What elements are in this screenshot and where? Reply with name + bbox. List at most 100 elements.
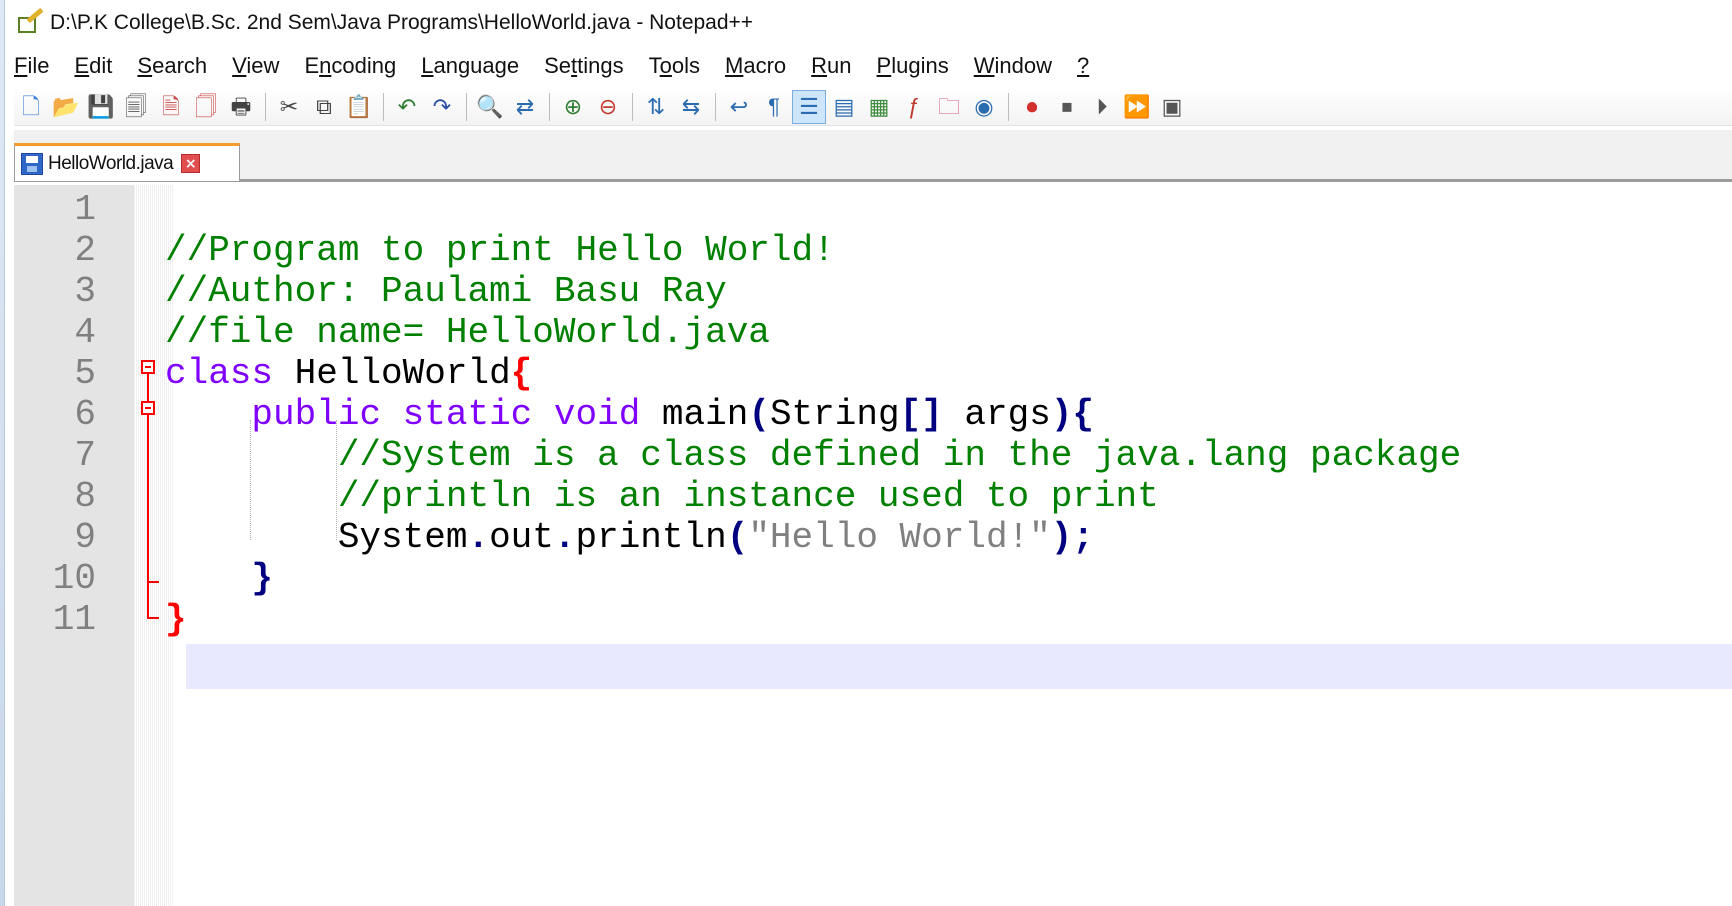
line-number: 5 [74,353,96,394]
code-token: ( [726,517,749,558]
open-file-icon[interactable]: 📂 [49,90,83,124]
save-all-icon[interactable]: 🗐 [119,90,153,124]
function-list-icon[interactable]: ƒ [897,90,931,124]
toolbar: 🗋 📂 💾 🗐 🗎 🗍 🖶 ✂ ⧉ 📋 ↶ ↷ 🔍 ⇄ ⊕ ⊖ ⇅ ⇆ ↩ ¶ ☰ ▤ ▦ ƒ 🗀 ◉ ⏺ ⏹ ⏵ ⏩ ▣ [14,88,1732,126]
code-line[interactable]: 1 [14,187,1732,232]
menu-tools[interactable]: Tools [649,53,700,79]
code-token: out [489,517,554,558]
line-number: 6 [74,394,96,435]
menu-label-part: dit [89,53,113,78]
document-map-icon[interactable]: ▦ [862,90,896,124]
save-macro-icon[interactable]: ▣ [1155,90,1189,124]
find-icon[interactable]: 🔍 [473,90,507,124]
menu-label-part: indow [994,53,1052,78]
undo-icon[interactable]: ↶ [390,90,424,124]
menu-label-part: ols [671,53,701,78]
menu-macro[interactable]: Macro [725,53,786,79]
code-token: . [467,517,490,558]
menu-label-part: Se [544,53,572,78]
folder-workspace-icon[interactable]: 🗀 [932,90,966,124]
menu-help[interactable]: ? [1077,53,1089,79]
code-token: //println is an instance used to print [337,476,1159,517]
code-line[interactable]: 11} [14,597,1732,642]
replace-icon[interactable]: ⇄ [508,90,542,124]
close-all-icon[interactable]: 🗍 [189,90,223,124]
tab-close-icon[interactable]: × [181,154,201,173]
cut-icon[interactable]: ✂ [272,90,306,124]
code-line[interactable]: 2 //Program to print Hello World! [14,228,1732,273]
record-macro-icon[interactable]: ⏺ [1015,90,1049,124]
toolbar-separator [466,92,467,121]
menu-mnemonic: F [14,53,28,78]
menu-mnemonic: R [811,53,828,78]
close-icon[interactable]: 🗎 [154,90,188,124]
code-line[interactable]: 8 //println is an instance used to print [14,474,1732,519]
code-token: class [165,353,274,394]
paste-icon[interactable]: 📋 [342,90,376,124]
menu-window[interactable]: Window [974,53,1052,79]
copy-icon[interactable]: ⧉ [307,90,341,124]
menu-settings[interactable]: Settings [544,53,624,79]
sync-vertical-icon[interactable]: ⇅ [639,90,673,124]
code-text: //Author: Paulami Basu Ray [165,269,727,314]
code-token: void [553,394,641,435]
menu-encoding[interactable]: Encoding [304,53,396,79]
print-icon[interactable]: 🖶 [224,90,258,124]
code-line[interactable]: 6 public static void main(String[] args)… [14,392,1732,437]
code-line[interactable]: 7 //System is a class defined in the jav… [14,433,1732,478]
code-line[interactable]: 4 //file name= HelloWorld.java [14,310,1732,355]
zoom-out-icon[interactable]: ⊖ [591,90,625,124]
code-text: //file name= HelloWorld.java [165,310,770,355]
window-title: D:\P.K College\B.Sc. 2nd Sem\Java Progra… [50,11,754,34]
menu-language[interactable]: Language [421,53,519,79]
menu-mnemonic: S [137,53,153,78]
language-icon[interactable]: ▤ [827,90,861,124]
code-text: //System is a class defined in the java.… [165,433,1461,478]
new-file-icon[interactable]: 🗋 [14,90,48,124]
code-token: ); [1050,517,1094,558]
menu-label-part: E [304,53,320,78]
menu-file[interactable]: File [14,53,49,79]
line-number: 11 [52,599,96,640]
indent-guide-icon[interactable]: ☰ [792,89,826,124]
play-macro-icon[interactable]: ⏵ [1085,90,1119,124]
code-text: //Program to print Hello World! [165,228,835,273]
code-token: main [640,394,749,435]
menu-run[interactable]: Run [811,53,851,79]
redo-icon[interactable]: ↷ [425,90,459,124]
code-line[interactable]: 10 } [14,556,1732,601]
menu-mnemonic: P [876,53,892,78]
toolbar-separator [383,92,384,121]
save-icon[interactable]: 💾 [84,90,118,124]
stop-macro-icon[interactable]: ⏹ [1050,90,1084,124]
line-number: 4 [74,312,96,353]
code-token: println [575,517,727,558]
menu-view[interactable]: View [232,53,279,79]
word-wrap-icon[interactable]: ↩ [722,90,756,124]
code-line[interactable]: 3 //Author: Paulami Basu Ray [14,269,1732,314]
menu-label-part: coding [331,53,397,78]
menu-search[interactable]: Search [137,53,207,79]
code-line[interactable]: 9 System.out.println("Hello World!"); [14,515,1732,560]
run-macro-multiple-icon[interactable]: ⏩ [1120,90,1154,124]
code-text: } [165,556,273,601]
menu-edit[interactable]: Edit [74,53,112,79]
toolbar-separator [265,92,266,121]
line-number: 1 [74,189,96,230]
editor-area[interactable]: 1 2 //Program to print Hello World! 3 //Auth… [14,185,1732,906]
tab-helloworld-java[interactable]: HelloWorld.java × [14,143,240,181]
show-all-chars-icon[interactable]: ¶ [757,90,791,124]
monitoring-icon[interactable]: ◉ [967,90,1001,124]
window-left-edge [0,0,5,906]
code-line[interactable]: 5 class HelloWorld{ [14,351,1732,396]
zoom-in-icon[interactable]: ⊕ [556,90,590,124]
toolbar-separator [715,92,716,121]
code-text: class HelloWorld{ [165,351,532,396]
menu-plugins[interactable]: Plugins [877,53,949,79]
title-bar: D:\P.K College\B.Sc. 2nd Sem\Java Progra… [14,0,1732,46]
sync-horizontal-icon[interactable]: ⇆ [674,90,708,124]
code-token: //Author: Paulami Basu Ray [165,271,727,312]
